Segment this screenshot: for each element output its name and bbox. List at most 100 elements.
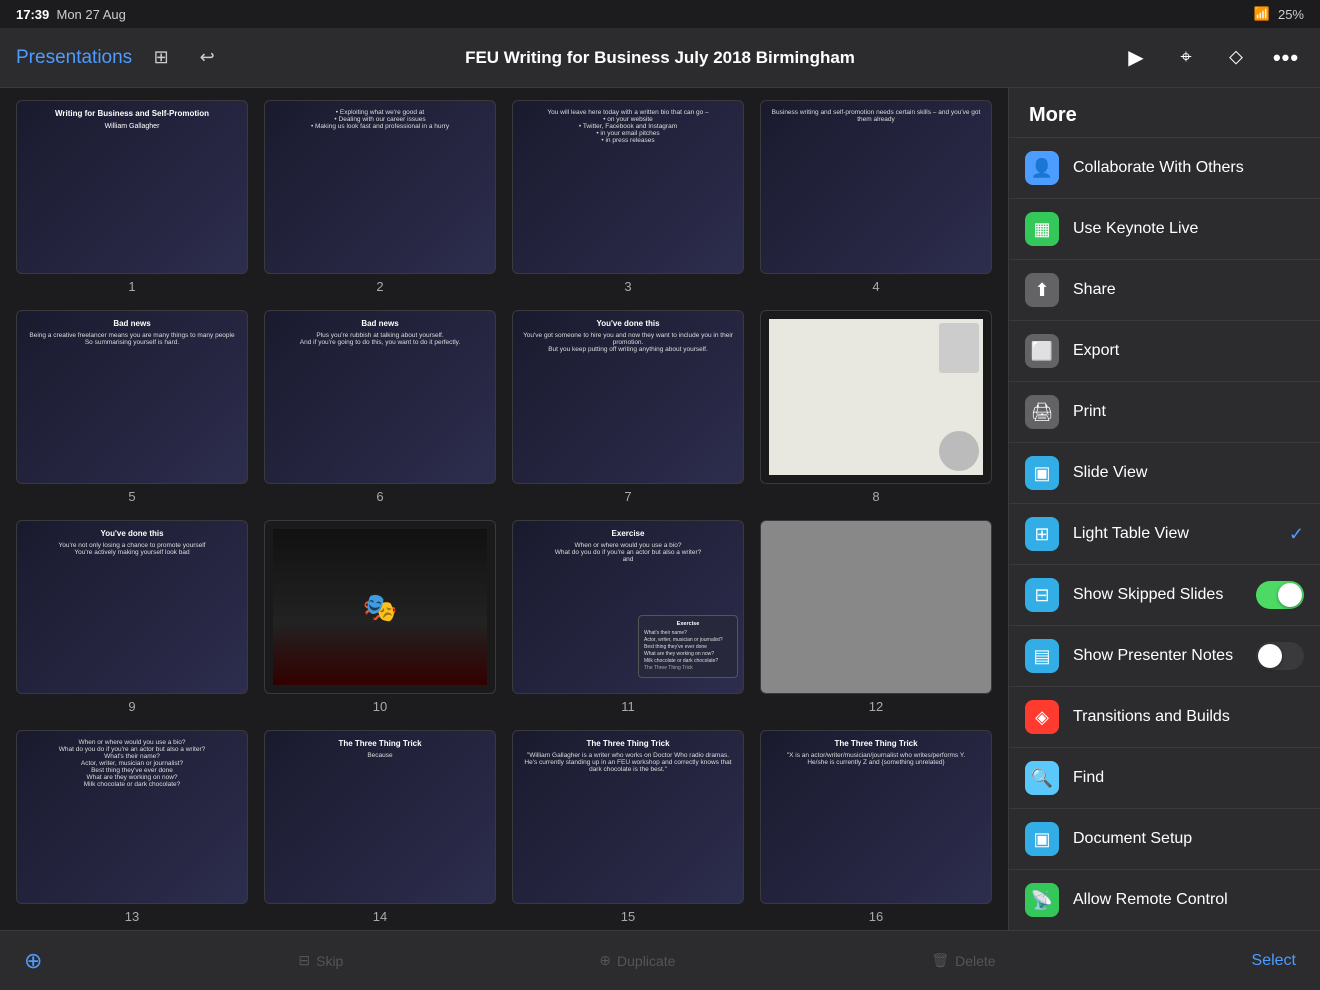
slide-item[interactable]: The Three Thing Trick"William Gallagher … bbox=[512, 730, 744, 924]
remote-control-icon: 📡 bbox=[1025, 883, 1059, 917]
skip-button[interactable]: ⊟ Skip bbox=[298, 952, 343, 969]
add-slide-icon: ⊕ bbox=[24, 948, 42, 974]
grid-view-button[interactable]: ⊞ bbox=[144, 41, 178, 75]
slide-number: 14 bbox=[373, 909, 387, 924]
slide-item[interactable]: The Three Thing Trick"X is an actor/writ… bbox=[760, 730, 992, 924]
main-area: Writing for Business and Self-PromotionW… bbox=[0, 88, 1320, 930]
topbar-left: Presentations ⊞ ↩ bbox=[16, 41, 236, 75]
presenter-notes-icon: ▤ bbox=[1025, 639, 1059, 673]
export-label: Export bbox=[1073, 342, 1304, 360]
duplicate-button[interactable]: ⊕ Duplicate bbox=[599, 952, 675, 969]
slide-item[interactable]: The Three Thing TrickBecause 14 bbox=[264, 730, 496, 924]
slide-thumbnail: Business writing and self-promotion need… bbox=[760, 100, 992, 274]
time: 17:39 bbox=[16, 7, 49, 22]
presenter-notes-toggle[interactable] bbox=[1256, 642, 1304, 670]
menu-item-document-setup[interactable]: ▣ Document Setup bbox=[1009, 809, 1320, 870]
slide-thumbnail: The Three Thing Trick"William Gallagher … bbox=[512, 730, 744, 904]
slide-grid: Writing for Business and Self-PromotionW… bbox=[16, 100, 992, 930]
remote-control-label: Allow Remote Control bbox=[1073, 891, 1304, 909]
slide-thumbnail: Writing for Business and Self-PromotionW… bbox=[16, 100, 248, 274]
delete-icon: 🗑 bbox=[931, 952, 949, 969]
slide-number: 3 bbox=[624, 279, 631, 294]
slide-item[interactable]: Writing for Business and Self-PromotionW… bbox=[16, 100, 248, 294]
menu-item-keynote-live[interactable]: ▦Use Keynote Live bbox=[1009, 199, 1320, 260]
keynote-live-label: Use Keynote Live bbox=[1073, 220, 1304, 238]
show-skipped-toggle[interactable] bbox=[1256, 581, 1304, 609]
document-setup-icon: ▣ bbox=[1025, 822, 1059, 856]
slide-thumbnail bbox=[760, 520, 992, 694]
skip-icon: ⊟ bbox=[298, 952, 310, 969]
delete-button[interactable]: 🗑 Delete bbox=[931, 952, 995, 969]
right-panel: More 👤Collaborate With Others▦Use Keynot… bbox=[1008, 88, 1320, 930]
transitions-icon: ◈ bbox=[1025, 700, 1059, 734]
share-button[interactable]: ⬦ bbox=[1218, 40, 1254, 76]
menu-item-collaborate[interactable]: 👤Collaborate With Others bbox=[1009, 138, 1320, 199]
slide-thumbnail: When or where would you use a bio?What d… bbox=[16, 730, 248, 904]
slide-item[interactable]: ExerciseWhen or where would you use a bi… bbox=[512, 520, 744, 714]
wifi-icon: 📶 bbox=[1254, 6, 1270, 22]
slide-number: 5 bbox=[128, 489, 135, 504]
presentations-back-button[interactable]: Presentations bbox=[16, 47, 132, 69]
menu-item-slide-view[interactable]: ▣ Slide View bbox=[1009, 443, 1320, 504]
select-button[interactable]: Select bbox=[1252, 952, 1296, 970]
slide-item[interactable]: 8 bbox=[760, 310, 992, 504]
transitions-label: Transitions and Builds bbox=[1073, 708, 1304, 726]
battery: 25% bbox=[1278, 7, 1304, 22]
slide-number: 4 bbox=[872, 279, 879, 294]
slide-tooltip: ExerciseWhat's their name?Actor, writer,… bbox=[638, 615, 738, 678]
slide-thumbnail: You will leave here today with a written… bbox=[512, 100, 744, 274]
topbar: Presentations ⊞ ↩ FEU Writing for Busine… bbox=[0, 28, 1320, 88]
duplicate-icon: ⊕ bbox=[599, 952, 611, 969]
slide-item[interactable]: Bad newsBeing a creative freelancer mean… bbox=[16, 310, 248, 504]
slide-item[interactable]: 12 bbox=[760, 520, 992, 714]
slide-item[interactable]: You've done thisYou're not only losing a… bbox=[16, 520, 248, 714]
slide-number: 9 bbox=[128, 699, 135, 714]
slide-thumbnail: You've done thisYou're not only losing a… bbox=[16, 520, 248, 694]
slide-item[interactable]: Business writing and self-promotion need… bbox=[760, 100, 992, 294]
document-title: FEU Writing for Business July 2018 Birmi… bbox=[465, 48, 855, 68]
slide-view-label: Slide View bbox=[1073, 464, 1304, 482]
menu-item-light-table[interactable]: ⊞ Light Table View ✓ bbox=[1009, 504, 1320, 565]
slide-thumbnail: ExerciseWhen or where would you use a bi… bbox=[512, 520, 744, 694]
menu-item-presenter-notes[interactable]: ▤Show Presenter Notes bbox=[1009, 626, 1320, 687]
delete-label: Delete bbox=[955, 953, 995, 969]
slide-number: 1 bbox=[128, 279, 135, 294]
slide-item[interactable]: Bad newsPlus you're rubbish at talking a… bbox=[264, 310, 496, 504]
play-button[interactable]: ▶ bbox=[1118, 40, 1154, 76]
slide-number: 2 bbox=[376, 279, 383, 294]
pin-button[interactable]: ⌖ bbox=[1168, 40, 1204, 76]
undo-button[interactable]: ↩ bbox=[190, 41, 224, 75]
menu-item-show-skipped[interactable]: ⊟Show Skipped Slides bbox=[1009, 565, 1320, 626]
slide-thumbnail bbox=[760, 310, 992, 484]
menu-item-print[interactable]: 🖨Print bbox=[1009, 382, 1320, 443]
slide-thumbnail: You've done thisYou've got someone to hi… bbox=[512, 310, 744, 484]
topbar-right: ▶ ⌖ ⬦ ••• bbox=[1118, 40, 1304, 76]
menu-item-export[interactable]: ⬜Export bbox=[1009, 321, 1320, 382]
slide-item[interactable]: You will leave here today with a written… bbox=[512, 100, 744, 294]
slide-view-icon: ▣ bbox=[1025, 456, 1059, 490]
document-setup-label: Document Setup bbox=[1073, 830, 1304, 848]
menu-item-transitions[interactable]: ◈ Transitions and Builds bbox=[1009, 687, 1320, 748]
slide-number: 12 bbox=[869, 699, 883, 714]
show-skipped-label: Show Skipped Slides bbox=[1073, 586, 1242, 604]
slide-grid-container[interactable]: Writing for Business and Self-PromotionW… bbox=[0, 88, 1008, 930]
menu-item-find[interactable]: 🔍Find bbox=[1009, 748, 1320, 809]
date: Mon 27 Aug bbox=[56, 7, 125, 22]
more-button[interactable]: ••• bbox=[1268, 40, 1304, 76]
slide-item[interactable]: 🎭10 bbox=[264, 520, 496, 714]
light-table-label: Light Table View bbox=[1073, 525, 1275, 543]
slide-item[interactable]: • Exploiting what we're good at• Dealing… bbox=[264, 100, 496, 294]
collaborate-label: Collaborate With Others bbox=[1073, 159, 1304, 177]
print-icon: 🖨 bbox=[1025, 395, 1059, 429]
menu-item-share[interactable]: ⬆Share bbox=[1009, 260, 1320, 321]
slide-item[interactable]: You've done thisYou've got someone to hi… bbox=[512, 310, 744, 504]
slide-thumbnail: The Three Thing TrickBecause bbox=[264, 730, 496, 904]
slide-number: 6 bbox=[376, 489, 383, 504]
light-table-icon: ⊞ bbox=[1025, 517, 1059, 551]
light-table-check-icon: ✓ bbox=[1289, 524, 1304, 545]
slide-number: 8 bbox=[872, 489, 879, 504]
slide-item[interactable]: When or where would you use a bio?What d… bbox=[16, 730, 248, 924]
slide-thumbnail: Bad newsBeing a creative freelancer mean… bbox=[16, 310, 248, 484]
add-slide-button[interactable]: ⊕ bbox=[24, 948, 42, 974]
menu-item-remote-control[interactable]: 📡 Allow Remote Control bbox=[1009, 870, 1320, 930]
